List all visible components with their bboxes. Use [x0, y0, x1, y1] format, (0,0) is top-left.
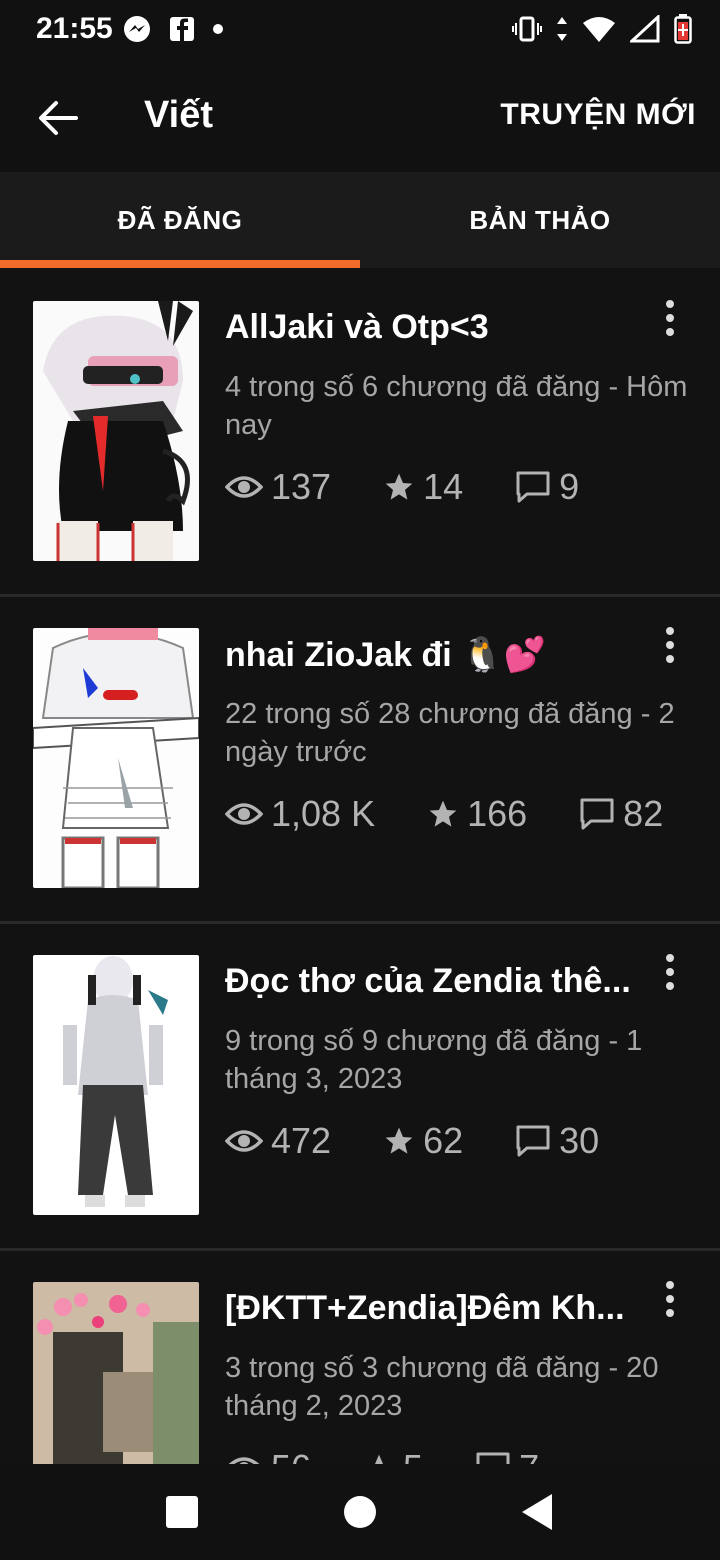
comment-icon: [516, 1125, 550, 1157]
comment-icon: [516, 471, 550, 503]
story-title[interactable]: Đọc thơ của Zendia thê...: [225, 962, 655, 1001]
story-title[interactable]: AllJaki và Otp<3: [225, 308, 655, 347]
story-card[interactable]: AllJaki và Otp<3 4 trong số 6 chương đã …: [0, 268, 720, 597]
comments-count: 9: [559, 466, 580, 507]
story-card[interactable]: [ĐKTT+Zendia]Đêm Kh... 3 trong số 3 chươ…: [0, 1249, 720, 1464]
story-stats: 137 14 9: [225, 466, 631, 508]
views-stat: 472: [225, 1120, 331, 1162]
story-chapter-status: 9 trong số 9 chương đã đăng - 1 tháng 3,…: [225, 1025, 643, 1095]
story-cover-image: [33, 301, 199, 561]
votes-count: 62: [423, 1120, 464, 1161]
views-stat: 56: [225, 1447, 311, 1464]
votes-stat: 62: [383, 1120, 463, 1162]
views-count: 137: [271, 466, 332, 507]
page-title: Viết: [144, 94, 214, 136]
story-list: AllJaki và Otp<3 4 trong số 6 chương đã …: [0, 268, 720, 1464]
votes-stat: 166: [427, 793, 527, 835]
eye-icon: [228, 1457, 260, 1464]
star-icon: [385, 473, 413, 500]
more-options-icon[interactable]: [658, 1279, 682, 1319]
system-nav-bar: [0, 1464, 720, 1560]
wifi-icon: [583, 17, 615, 42]
tab-bar: ĐÃ ĐĂNG BẢN THẢO: [0, 172, 720, 268]
more-options-icon[interactable]: [658, 952, 682, 992]
status-bar: 21:55: [0, 0, 720, 64]
eye-icon: [225, 476, 263, 498]
comments-stat: 30: [515, 1120, 599, 1162]
story-cover-image: [33, 1282, 199, 1464]
more-options-icon[interactable]: [658, 298, 682, 338]
more-options-icon[interactable]: [658, 625, 682, 665]
back-arrow-icon[interactable]: [36, 96, 80, 140]
status-time: 21:55: [36, 12, 113, 45]
story-card[interactable]: Đọc thơ của Zendia thê... 9 trong số 9 c…: [0, 922, 720, 1251]
dot-icon: [213, 24, 223, 34]
star-icon: [385, 1127, 413, 1154]
votes-count: 5: [403, 1447, 423, 1464]
story-title[interactable]: nhai ZioJak đi 🐧💕: [225, 635, 655, 675]
tab-drafts[interactable]: BẢN THẢO: [360, 172, 720, 268]
cell-signal-icon: [630, 15, 660, 43]
views-stat: 137: [225, 466, 331, 508]
battery-icon: [674, 14, 692, 44]
story-chapter-status: 4 trong số 6 chương đã đăng - Hôm nay: [225, 371, 688, 441]
story-title[interactable]: [ĐKTT+Zendia]Đêm Kh...: [225, 1289, 655, 1328]
comments-count: 82: [623, 793, 664, 834]
story-stats: 1,08 K 166 82: [225, 793, 715, 835]
star-icon: [375, 1454, 384, 1464]
votes-count: 14: [423, 466, 464, 507]
story-stats: 56 5 7: [225, 1447, 591, 1464]
tab-published[interactable]: ĐÃ ĐĂNG: [0, 172, 360, 268]
app-bar: Viết TRUYỆN MỚI: [0, 64, 720, 172]
story-chapter-status: 3 trong số 3 chương đã đăng - 20 tháng 2…: [225, 1352, 659, 1422]
comments-count: 30: [559, 1120, 600, 1161]
votes-stat: 5: [363, 1447, 423, 1464]
comment-icon: [476, 1452, 510, 1464]
views-stat: 1,08 K: [225, 793, 375, 835]
new-story-button[interactable]: TRUYỆN MỚI: [500, 98, 696, 132]
data-arrows-icon: [557, 17, 567, 41]
eye-icon: [225, 803, 263, 825]
notification-icons: [122, 14, 224, 44]
views-count: 1,08 K: [271, 793, 376, 834]
votes-count: 166: [467, 793, 528, 834]
story-card[interactable]: nhai ZioJak đi 🐧💕 22 trong số 28 chương …: [0, 595, 720, 924]
active-tab-indicator: [0, 260, 360, 268]
comments-count: 7: [519, 1447, 539, 1464]
comments-stat: 7: [475, 1447, 539, 1464]
views-count: 56: [271, 1447, 311, 1464]
home-circle-icon[interactable]: [340, 1492, 380, 1532]
comments-stat: 82: [579, 793, 663, 835]
back-triangle-icon[interactable]: [518, 1492, 558, 1532]
story-cover-image: [33, 628, 199, 888]
system-icons: [512, 14, 692, 44]
story-stats: 472 62 30: [225, 1120, 651, 1162]
views-count: 472: [271, 1120, 332, 1161]
eye-icon: [225, 1130, 263, 1152]
facebook-icon: [170, 17, 194, 41]
messenger-icon: [124, 16, 150, 42]
recents-square-icon[interactable]: [162, 1492, 202, 1532]
story-chapter-status: 22 trong số 28 chương đã đăng - 2 ngày t…: [225, 698, 675, 768]
votes-stat: 14: [383, 466, 463, 508]
vibrate-icon: [512, 16, 542, 42]
comment-icon: [580, 798, 614, 830]
story-cover-image: [33, 955, 199, 1215]
comments-stat: 9: [515, 466, 579, 508]
star-icon: [429, 800, 457, 827]
